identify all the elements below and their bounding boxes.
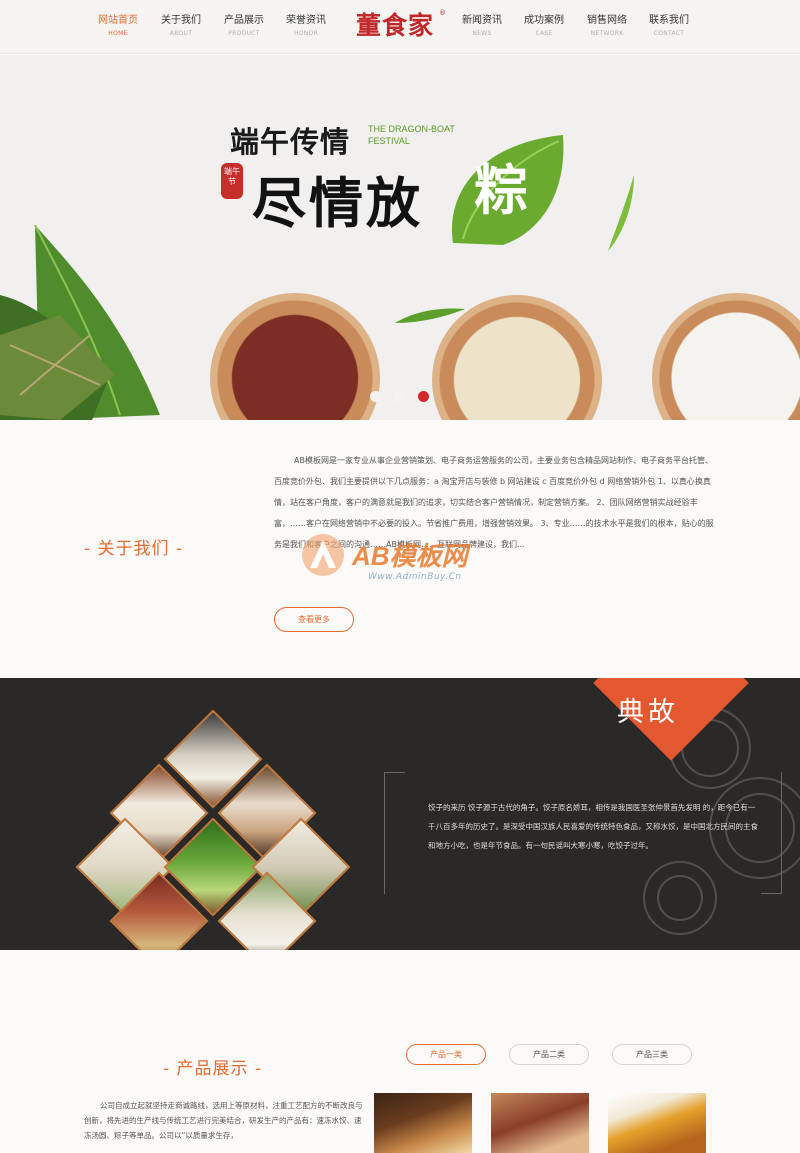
watermark-logo-icon bbox=[302, 534, 344, 576]
nav-sublabel: HONOR bbox=[293, 30, 319, 37]
nav-contact[interactable]: 联系我们 CONTACT bbox=[634, 14, 704, 39]
hero-banner[interactable]: 端午节 端午传情 尽情放 THE DRAGON-BOAT FESTIVAL 粽 bbox=[0, 55, 800, 420]
nav-sublabel: CASE bbox=[535, 30, 553, 37]
banner-english-title: THE DRAGON-BOAT FESTIVAL bbox=[368, 123, 455, 147]
about-title: - 关于我们 - bbox=[84, 539, 184, 559]
nav-label: 销售网络 bbox=[587, 15, 627, 26]
nav-label: 新闻资讯 bbox=[462, 15, 502, 26]
story-section: 典故 饺子的来历 饺子源于古代的角子。饺子原名娇耳，相传是我国医圣张仲景首先发明… bbox=[0, 678, 800, 950]
story-badge-text: 典故 bbox=[617, 697, 679, 728]
banner-slogan-top: 端午传情 bbox=[230, 125, 351, 159]
zongzi-char: 粽 bbox=[474, 158, 528, 222]
dumpling-mosaic bbox=[75, 709, 351, 950]
nav-label: 关于我们 bbox=[161, 15, 201, 26]
story-text: 饺子的来历 饺子源于古代的角子。饺子原名娇耳，相传是我国医圣张仲景首先发明 的，… bbox=[428, 803, 758, 850]
banner-slogan-main: 尽情放 bbox=[252, 171, 423, 235]
nav-sublabel: CONTACT bbox=[653, 30, 685, 37]
logo-text: 董食家 bbox=[355, 11, 434, 40]
products-title: - 产品展示 - bbox=[163, 1059, 263, 1079]
nav-label: 网站首页 bbox=[98, 15, 138, 26]
view-more-button[interactable]: 查看更多 bbox=[274, 607, 354, 632]
products-section: - 产品展示 - 公司自成立起就坚持走商诚路线，选用上等原材料，注重工艺配方的不… bbox=[0, 950, 800, 1153]
product-thumbnail[interactable] bbox=[608, 1093, 706, 1153]
nav-news[interactable]: 新闻资讯 NEWS bbox=[447, 14, 517, 39]
nav-sublabel: NEWS bbox=[472, 30, 492, 37]
nav-label: 产品展示 bbox=[224, 15, 264, 26]
slider-dot[interactable] bbox=[394, 391, 405, 402]
nav-sublabel: PRODUCT bbox=[228, 30, 260, 37]
banner-english-line: THE DRAGON-BOAT bbox=[368, 124, 455, 134]
nav-product[interactable]: 产品展示 PRODUCT bbox=[209, 14, 279, 39]
mixed-beans-bowl bbox=[210, 293, 380, 420]
registered-mark: ® bbox=[439, 9, 446, 17]
slider-dot-active[interactable] bbox=[418, 391, 429, 402]
nav-honor[interactable]: 荣誉资讯 HONOR bbox=[271, 14, 341, 39]
nav-label: 荣誉资讯 bbox=[286, 15, 326, 26]
nav-sublabel: NETWORK bbox=[590, 30, 624, 37]
tab-category-3[interactable]: 产品三类 bbox=[612, 1044, 692, 1065]
nav-label: 联系我们 bbox=[649, 15, 689, 26]
products-text: 公司自成立起就坚持走商诚路线，选用上等原材料，注重工艺配方的不断改良与创新，将先… bbox=[84, 1101, 363, 1140]
site-logo[interactable]: 董食家 ® bbox=[340, 7, 450, 47]
nav-sublabel: ABOUT bbox=[169, 30, 193, 37]
nav-about[interactable]: 关于我们 ABOUT bbox=[146, 14, 216, 39]
watermark-url: Www.AdminBuy.Cn bbox=[368, 572, 462, 582]
slider-dot[interactable] bbox=[370, 391, 381, 402]
site-header: 网站首页 HOME 关于我们 ABOUT 产品展示 PRODUCT 荣誉资讯 H… bbox=[0, 0, 800, 54]
nav-sublabel: HOME bbox=[108, 30, 128, 37]
tab-category-1[interactable]: 产品一类 bbox=[406, 1044, 486, 1065]
zongzi-emblem: 粽 bbox=[451, 135, 564, 245]
leaf-icon bbox=[608, 175, 634, 251]
banner-english-line: FESTIVAL bbox=[368, 136, 410, 146]
nav-network[interactable]: 销售网络 NETWORK bbox=[572, 14, 642, 39]
watermark-text: AB模板网 bbox=[352, 541, 468, 571]
zongzi-leaf-image bbox=[0, 225, 160, 420]
nav-case[interactable]: 成功案例 CASE bbox=[509, 14, 579, 39]
product-thumbnail[interactable] bbox=[491, 1093, 589, 1153]
festival-seal: 端午节 bbox=[221, 163, 243, 199]
glutinous-rice-bowl bbox=[652, 293, 800, 420]
product-thumbnail[interactable] bbox=[374, 1093, 472, 1153]
nav-home[interactable]: 网站首页 HOME bbox=[83, 14, 153, 39]
tab-category-2[interactable]: 产品二类 bbox=[509, 1044, 589, 1065]
about-section: - 关于我们 - AB模板网是一家专业从事企业营销策划、电子商务运营服务的公司，… bbox=[0, 420, 800, 678]
nav-label: 成功案例 bbox=[524, 15, 564, 26]
watermark: AB模板网 Www.AdminBuy.Cn bbox=[300, 528, 510, 608]
